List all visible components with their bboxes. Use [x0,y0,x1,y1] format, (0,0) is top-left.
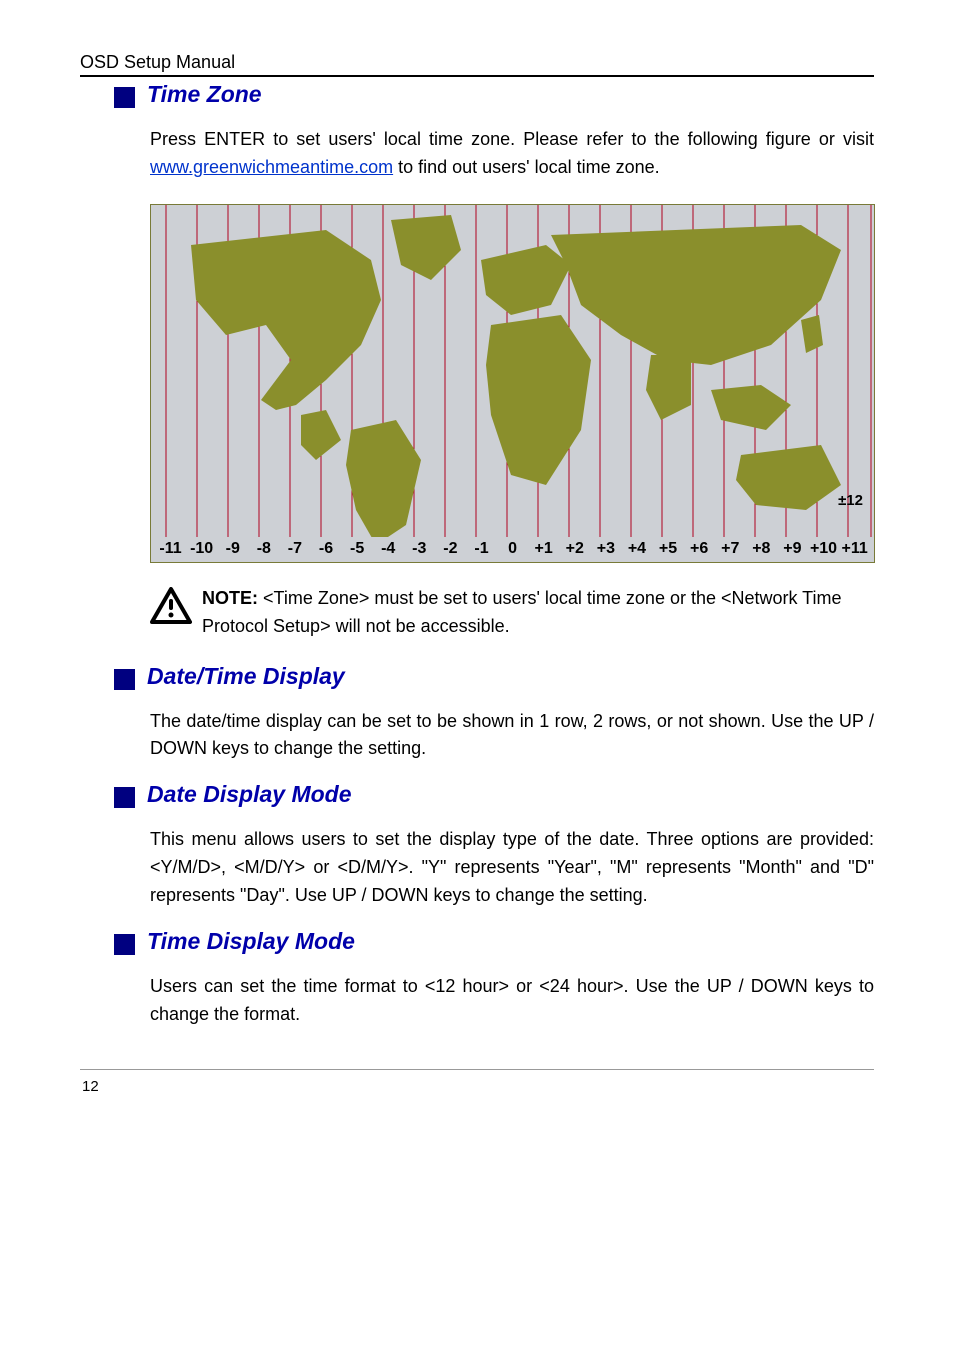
tz-label: +7 [715,540,746,558]
datemode-paragraph: This menu allows users to set the displa… [150,826,874,910]
tz-label: +11 [839,540,870,558]
tz-label: -8 [248,540,279,558]
datetime-paragraph: The date/time display can be set to be s… [150,708,874,764]
tz-label: +4 [621,540,652,558]
section-title-time-zone: Time Zone [147,81,262,108]
page-header: OSD Setup Manual [80,52,874,73]
header-rule [80,75,874,77]
tz-label: +3 [590,540,621,558]
tz-label: -3 [404,540,435,558]
timemode-paragraph: Users can set the time format to <12 hou… [150,973,874,1029]
timezone-world-map: ±12 -11-10-9-8-7-6-5-4-3-2-10+1+2+3+4+5+… [150,204,875,563]
timezone-scale-labels: -11-10-9-8-7-6-5-4-3-2-10+1+2+3+4+5+6+7+… [151,540,874,558]
time-zone-paragraph: Press ENTER to set users' local time zon… [150,126,874,182]
section-title-timemode: Time Display Mode [147,928,355,955]
square-bullet-icon [114,787,135,808]
tz-label: -6 [310,540,341,558]
square-bullet-icon [114,669,135,690]
tz-label: -5 [342,540,373,558]
tz-label: +8 [746,540,777,558]
tz-label: +1 [528,540,559,558]
square-bullet-icon [114,934,135,955]
note-block: NOTE: <Time Zone> must be set to users' … [150,585,874,641]
tz-label: -4 [373,540,404,558]
section-time-zone: Time Zone [80,81,874,108]
tz-label: -11 [155,540,186,558]
warning-triangle-icon [150,587,192,630]
tz-label: +9 [777,540,808,558]
tz-label: -10 [186,540,217,558]
footer-rule [80,1069,874,1070]
tz-label: -9 [217,540,248,558]
tz-edge-label: ±12 [838,492,863,509]
square-bullet-icon [114,87,135,108]
section-title-datemode: Date Display Mode [147,781,352,808]
tz-label: -2 [435,540,466,558]
tz-label: +5 [653,540,684,558]
section-title-datetime: Date/Time Display [147,663,345,690]
tz-label: +10 [808,540,839,558]
section-datetime-display: Date/Time Display [80,663,874,690]
greenwichmeantime-link[interactable]: www.greenwichmeantime.com [150,157,393,177]
section-time-display-mode: Time Display Mode [80,928,874,955]
tz-label: +6 [684,540,715,558]
tz-label: 0 [497,540,528,558]
section-date-display-mode: Date Display Mode [80,781,874,808]
tz-label: -7 [279,540,310,558]
tz-label: -1 [466,540,497,558]
tz-label: +2 [559,540,590,558]
note-text: NOTE: <Time Zone> must be set to users' … [202,585,874,641]
page-number: 12 [82,1078,874,1095]
